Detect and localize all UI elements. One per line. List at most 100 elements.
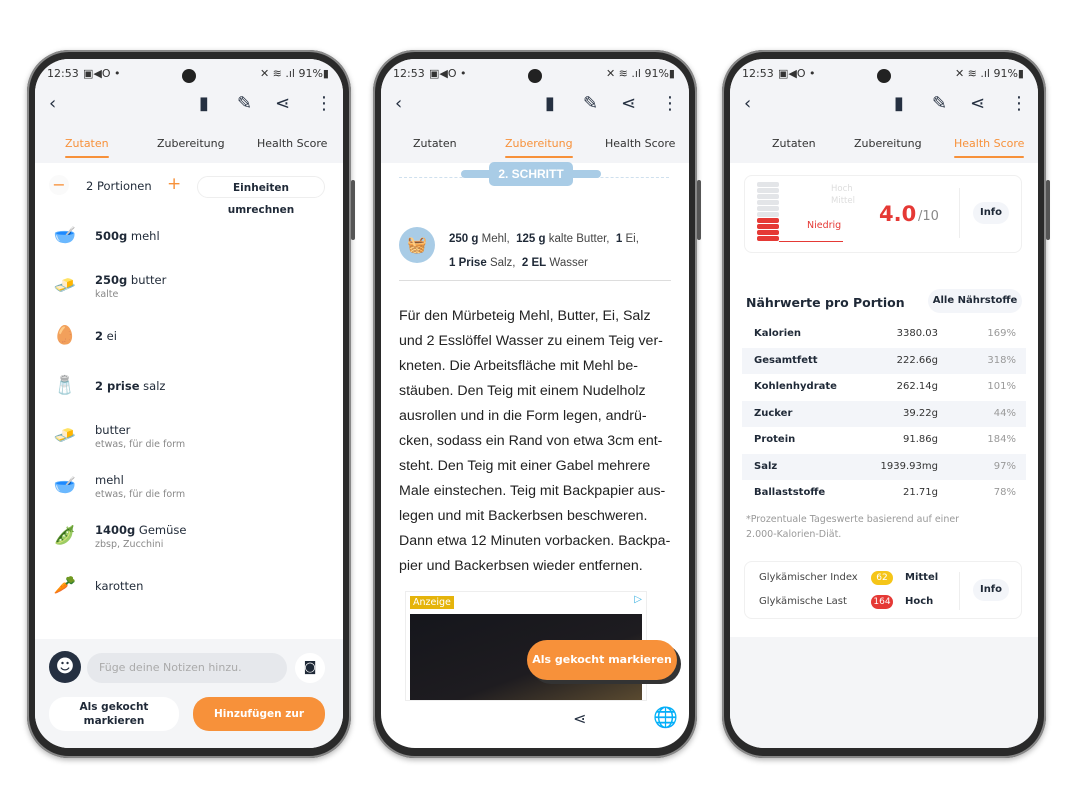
ingredient-note: kalte xyxy=(95,289,119,300)
ingredient-amount: 2 prise xyxy=(95,379,140,393)
ingredient-item[interactable]: 🥚 2 ei xyxy=(47,317,333,357)
step-ingredients: 250 g Mehl, 125 g kalte Butter, 1 Ei, 1 P… xyxy=(449,227,639,275)
nutrition-title: Nährwerte pro Portion xyxy=(746,295,905,310)
bookmark-icon[interactable]: ▮ xyxy=(545,93,555,114)
ingredient-amount: 500g xyxy=(95,229,128,243)
pencil-icon[interactable]: ✎ xyxy=(932,93,947,114)
tab-zutaten[interactable]: Zutaten xyxy=(772,137,816,150)
tab-zubereitung[interactable]: Zubereitung xyxy=(157,137,225,150)
decrease-portions-button[interactable]: − xyxy=(49,175,69,195)
step-ingredient-name: Salz, xyxy=(489,257,516,269)
score-bar-segment xyxy=(757,230,779,235)
nutrient-row: Gesamtfett 222.66g 318% xyxy=(742,347,1026,374)
more-vert-icon[interactable]: ⋮ xyxy=(315,93,333,114)
step-ingredient-name: kalte Butter, xyxy=(548,233,610,245)
back-arrow-icon[interactable]: ‹ xyxy=(395,93,402,114)
ingredient-item[interactable]: 🧈 butter etwas, für die form xyxy=(47,417,333,457)
instruction-line: pier und Backerbsen wieder entfernen. xyxy=(399,558,643,574)
share-icon[interactable]: ⋖ xyxy=(621,93,636,114)
share-icon[interactable]: ⋖ xyxy=(970,93,985,114)
nutrient-value: 1939.93mg xyxy=(880,460,938,472)
gl-label: Glykämische Last xyxy=(759,596,847,607)
tab-zutaten[interactable]: Zutaten xyxy=(65,137,109,158)
ingredient-item[interactable]: 🧂 2 prise salz xyxy=(47,367,333,407)
ingredient-item[interactable]: 🫛 1400g Gemüse zbsp, Zucchini xyxy=(47,517,333,557)
ingredient-note: zbsp, Zucchini xyxy=(95,539,164,550)
divider xyxy=(959,572,960,610)
step-ingredient-name: Wasser xyxy=(549,257,588,269)
ingredient-amount: 2 xyxy=(95,329,104,343)
mark-cooked-button[interactable]: Als gekocht markieren xyxy=(527,640,677,680)
ingredient-name: ei xyxy=(106,329,117,343)
tab-health-score[interactable]: Health Score xyxy=(954,137,1025,158)
ingredient-item[interactable]: 🥕 karotten xyxy=(47,567,333,607)
ingredient-icon: 🥣 xyxy=(53,475,77,496)
step-instructions: Für den Mürbeteig Mehl, Butter, Ei, Salz… xyxy=(399,304,671,579)
adchoices-icon[interactable]: ▷ xyxy=(634,594,642,605)
status-bar: 12:53 ▣◀O • ✕ ≋ .ıl 91%▮ xyxy=(35,65,343,85)
camera-icon[interactable]: ◙ xyxy=(295,653,325,683)
share-icon[interactable]: ⋖ xyxy=(573,709,586,728)
step-label: 2. SCHRITT xyxy=(489,162,573,186)
score-bar-segment xyxy=(757,188,779,193)
screen: 12:53 ▣◀O • ✕ ≋ .ıl 91%▮ ‹ ▮ ✎ ⋖ ⋮ Zutaten… xyxy=(35,59,343,748)
tab-zubereitung[interactable]: Zubereitung xyxy=(854,137,922,150)
score-bar-segment xyxy=(757,236,779,241)
level-medium: Mittel xyxy=(831,196,855,206)
pencil-icon[interactable]: ✎ xyxy=(583,93,598,114)
more-vert-icon[interactable]: ⋮ xyxy=(1010,93,1028,114)
ingredient-text: butter xyxy=(95,423,130,437)
ingredient-item[interactable]: 🥣 mehl etwas, für die form xyxy=(47,467,333,507)
nutrient-percent: 97% xyxy=(993,460,1016,472)
nutrient-percent: 318% xyxy=(987,354,1016,366)
gi-label: Glykämischer Index xyxy=(759,572,858,583)
instruction-line: steht. Den Teig mit einer Gabel mehrere xyxy=(399,458,651,474)
tab-health-score[interactable]: Health Score xyxy=(605,137,675,150)
pencil-icon[interactable]: ✎ xyxy=(237,93,252,114)
ingredient-icon: 🥣 xyxy=(53,225,77,246)
health-info-button[interactable]: Info xyxy=(973,202,1009,224)
convert-units-button[interactable]: Einheiten umrechnen xyxy=(197,176,325,216)
score-bar-segment xyxy=(757,212,779,217)
glycemic-info-button[interactable]: Info xyxy=(973,579,1009,601)
phone-health-score: 12:53 ▣◀O • ✕ ≋ .ıl 91%▮ ‹ ▮ ✎ ⋖ ⋮ Zutaten… xyxy=(722,50,1050,758)
add-to-button[interactable]: Hinzufügen zur xyxy=(193,697,325,731)
globe-icon[interactable]: 🌐 xyxy=(653,705,678,729)
nutrient-row: Kohlenhydrate 262.14g 101% xyxy=(742,374,1026,400)
bookmark-icon[interactable]: ▮ xyxy=(199,93,209,114)
level-low: Niedrig xyxy=(807,220,842,231)
increase-portions-button[interactable]: + xyxy=(167,174,181,194)
score-bar-segment xyxy=(757,200,779,205)
back-arrow-icon[interactable]: ‹ xyxy=(744,93,751,114)
tab-zubereitung[interactable]: Zubereitung xyxy=(505,137,573,158)
divider xyxy=(399,280,671,281)
all-nutrients-button[interactable]: Alle Nährstoffe xyxy=(928,289,1022,313)
step-ingredient-qty: 1 xyxy=(615,233,623,245)
more-vert-icon[interactable]: ⋮ xyxy=(661,93,679,114)
ingredient-item[interactable]: 🧈 250g butter kalte xyxy=(47,267,333,307)
nutrient-percent: 78% xyxy=(993,487,1016,498)
mark-cooked-button[interactable]: Als gekocht markieren xyxy=(49,697,179,731)
ingredient-name: mehl xyxy=(95,473,124,487)
ingredient-icon: 🧈 xyxy=(53,275,77,296)
ingredient-text: mehl xyxy=(95,473,124,487)
ingredient-amount: 1400g xyxy=(95,523,136,537)
tab-health-score[interactable]: Health Score xyxy=(257,137,327,150)
back-arrow-icon[interactable]: ‹ xyxy=(49,93,56,114)
step-ingredient-name: Mehl, xyxy=(481,233,510,245)
ingredient-item[interactable]: 🥣 500g mehl xyxy=(47,217,333,257)
score-bar-segment xyxy=(757,218,779,223)
ingredient-name: Gemüse xyxy=(138,523,187,537)
ingredient-name: butter xyxy=(130,273,167,287)
share-icon[interactable]: ⋖ xyxy=(275,93,290,114)
instruction-line: stäuben. Den Teig mit einem Nudelholz xyxy=(399,383,646,399)
ingredient-text: karotten xyxy=(95,579,143,593)
tab-zutaten[interactable]: Zutaten xyxy=(413,137,457,150)
bookmark-icon[interactable]: ▮ xyxy=(894,93,904,114)
nutrient-name: Gesamtfett xyxy=(754,354,818,366)
ingredient-icon: 🧈 xyxy=(53,425,77,446)
camera xyxy=(182,69,196,83)
notes-input[interactable]: Füge deine Notizen hinzu. xyxy=(87,653,287,683)
camera xyxy=(528,69,542,83)
status-bar: 12:53 ▣◀O • ✕ ≋ .ıl 91%▮ xyxy=(381,65,689,85)
